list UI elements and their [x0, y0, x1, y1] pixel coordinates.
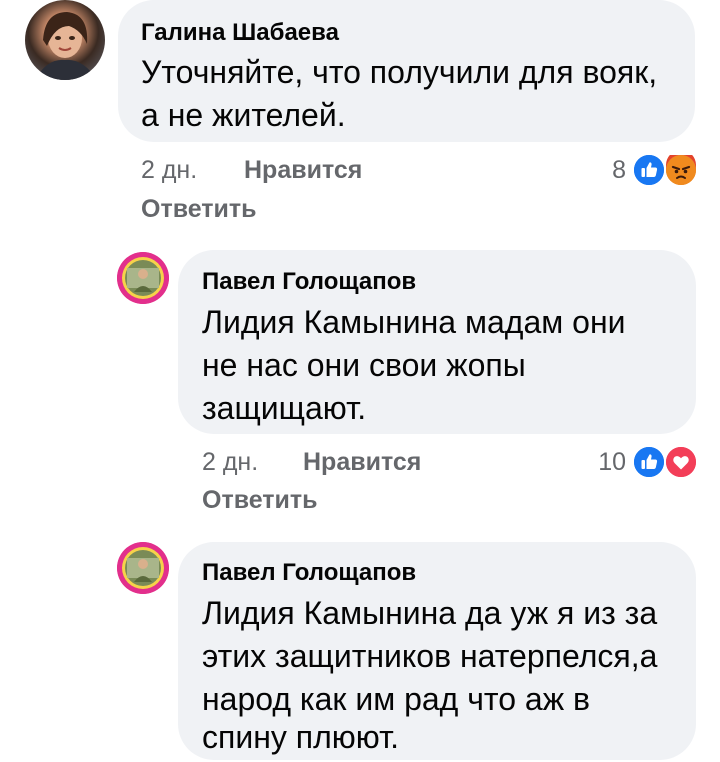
comment-text-line: не нас они свои жопы: [202, 347, 526, 383]
reply-button[interactable]: Ответить: [141, 194, 257, 224]
comment-2: Павел Голощапов Лидия Камынина мадам они…: [0, 240, 720, 525]
avatar-photo-icon: [117, 252, 169, 304]
reply-button[interactable]: Ответить: [202, 485, 318, 515]
comment-timestamp[interactable]: 2 дн.: [141, 155, 197, 185]
like-button[interactable]: Нравится: [303, 447, 421, 477]
comment-text-line: народ как им рад что аж в: [202, 681, 590, 717]
angry-icon[interactable]: [664, 150, 698, 187]
love-icon[interactable]: [664, 445, 698, 479]
comment-timestamp[interactable]: 2 дн.: [202, 447, 258, 477]
like-icon[interactable]: [632, 153, 666, 187]
comment-text-line: Лидия Камынина мадам они: [202, 304, 626, 340]
comment-text-line: этих защитников натерпелся,а: [202, 638, 658, 674]
comment-author[interactable]: Галина Шабаева: [141, 19, 339, 47]
like-icon[interactable]: [632, 445, 666, 479]
like-button[interactable]: Нравится: [244, 155, 362, 185]
comment-text-line: а не жителей.: [141, 97, 346, 133]
comment-text-line: Лидия Камынина да уж я из за: [202, 595, 658, 631]
comment-text-line: защищают.: [202, 390, 367, 426]
reaction-count[interactable]: 10: [580, 447, 626, 477]
avatar-photo-icon: [35, 12, 97, 80]
avatar-photo-icon: [117, 542, 169, 594]
comment-author[interactable]: Павел Голощапов: [202, 559, 416, 587]
comment-author[interactable]: Павел Голощапов: [202, 268, 416, 296]
comment-1: Галина Шабаева Уточняйте, что получили д…: [0, 0, 720, 230]
reaction-count[interactable]: 8: [590, 155, 626, 185]
avatar[interactable]: [117, 542, 169, 594]
comment-text-line: Уточняйте, что получили для вояк,: [141, 54, 658, 90]
comment-3: Павел Голощапов Лидия Камынина да уж я и…: [0, 530, 720, 762]
avatar[interactable]: [25, 0, 105, 80]
avatar[interactable]: [117, 252, 169, 304]
comment-text-line: спину плюют.: [202, 719, 400, 755]
